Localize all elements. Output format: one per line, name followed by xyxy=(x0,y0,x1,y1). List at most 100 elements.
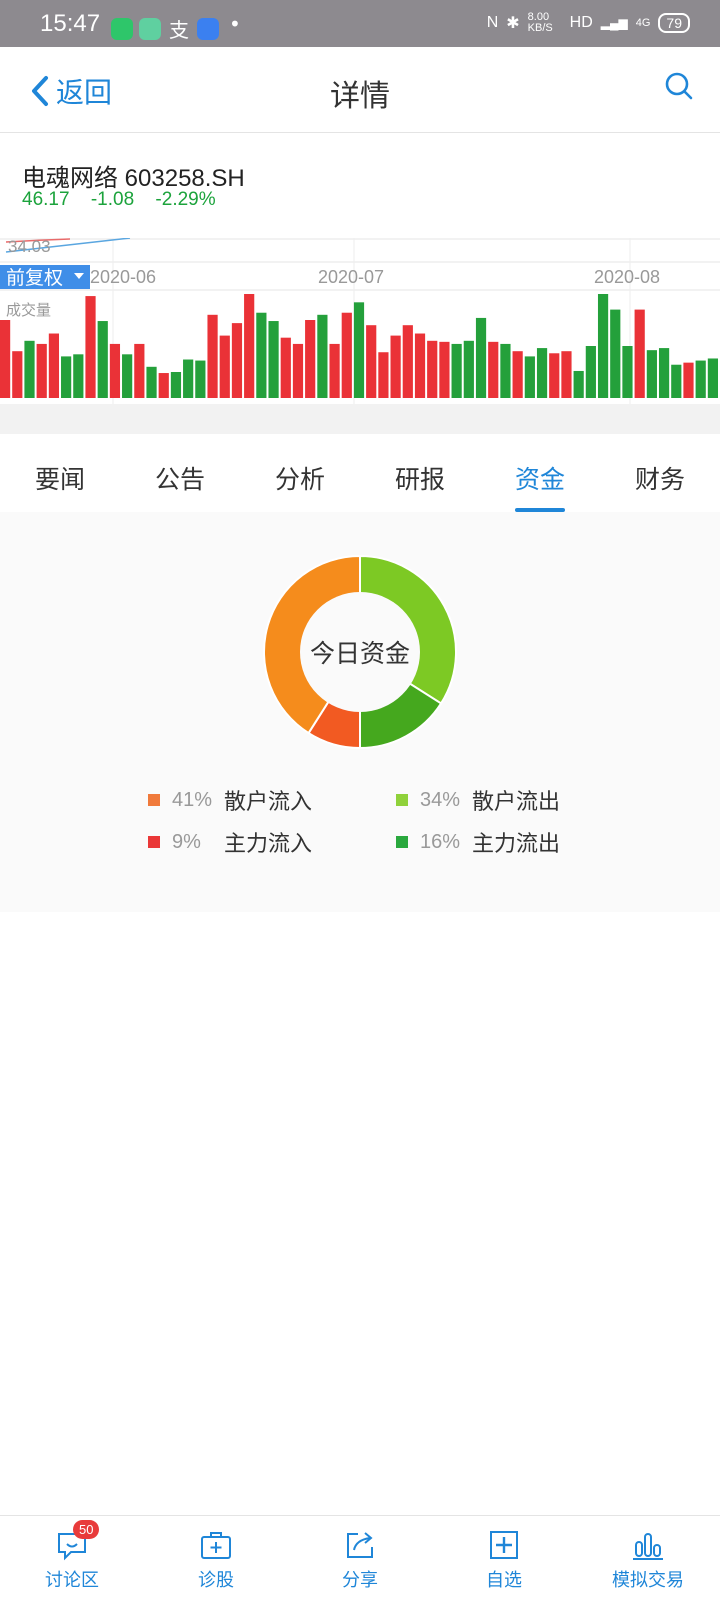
simulated-trading-label: 模拟交易 xyxy=(612,1570,684,1591)
hd-icon: HD xyxy=(569,14,593,31)
tab-announcements[interactable]: 公告 xyxy=(120,434,240,512)
volume-bar xyxy=(12,351,23,398)
volume-bar xyxy=(219,335,230,398)
diagnose-label: 诊股 xyxy=(198,1570,234,1591)
volume-bar xyxy=(524,356,535,398)
volume-bar xyxy=(463,340,474,398)
volume-bar xyxy=(292,343,304,398)
volume-bar xyxy=(671,364,682,398)
volume-label: 成交量 xyxy=(6,301,51,319)
volume-bar xyxy=(353,302,365,398)
date-label-2: 2020-07 xyxy=(318,267,384,287)
tab-news[interactable]: 要闻 xyxy=(0,434,120,512)
status-time: 15:47 xyxy=(40,10,101,37)
date-label-3: 2020-08 xyxy=(594,267,660,287)
volume-bar xyxy=(109,343,121,398)
stock-title: 电魂网络 603258.SH xyxy=(22,158,245,193)
tab-finance[interactable]: 财务 xyxy=(600,434,720,512)
battery-icon: 79 xyxy=(658,13,690,33)
stock-change-pct: -2.29% xyxy=(155,189,216,210)
legend-item: 41% 散户流入 xyxy=(148,784,312,816)
stock-change: -1.08 xyxy=(90,189,135,210)
tab-bar: 要闻 公告 分析 研报 资金 财务 xyxy=(0,434,720,513)
volume-bar xyxy=(317,314,328,398)
volume-bar xyxy=(244,294,255,398)
add-box-icon xyxy=(490,1531,518,1559)
simulated-trading-button[interactable]: 模拟交易 xyxy=(576,1516,720,1601)
volume-bar xyxy=(402,325,413,398)
volume-bar xyxy=(512,351,523,398)
unread-badge: 50 xyxy=(73,1520,100,1539)
bars-icon xyxy=(633,1533,663,1560)
volume-bar xyxy=(427,340,438,398)
search-icon xyxy=(665,72,693,100)
date-label-1: 2020-06 xyxy=(90,267,156,287)
stock-code: 603258.SH xyxy=(124,165,245,192)
legend-pct: 16% xyxy=(420,830,461,853)
add-watchlist-button[interactable]: 自选 xyxy=(432,1516,576,1601)
diagnose-button[interactable]: 诊股 xyxy=(144,1516,288,1601)
legend-swatch xyxy=(148,836,160,848)
more-notifications-icon: • xyxy=(229,12,241,36)
chat-app-icon xyxy=(197,18,219,40)
legend-label: 散户流出 xyxy=(472,790,561,815)
volume-bar xyxy=(256,312,267,398)
app-notification-icon xyxy=(139,18,161,40)
adjust-button-label[interactable]: 前复权 xyxy=(6,267,63,289)
volume-bar xyxy=(622,346,633,398)
volume-bar xyxy=(280,337,291,398)
search-button[interactable] xyxy=(664,71,694,105)
alipay-icon: 支 xyxy=(169,18,189,42)
page-title: 详情 xyxy=(330,79,390,114)
stock-quote: 46.17 -1.08 -2.29% xyxy=(22,189,232,211)
volume-bar xyxy=(439,341,450,398)
volume-bar xyxy=(195,360,206,398)
network-speed: 8.00 KB/S xyxy=(527,11,553,34)
volume-bar xyxy=(695,360,706,398)
volume-bar xyxy=(146,366,157,398)
tab-research[interactable]: 研报 xyxy=(360,434,480,512)
kline-chart[interactable]: 34.03 前复权 2020-06 2020-07 2020-08 成交量 xyxy=(0,237,720,404)
legend-swatch xyxy=(148,794,160,806)
share-button[interactable]: 分享 xyxy=(288,1516,432,1601)
volume-bar xyxy=(707,358,718,398)
volume-bar xyxy=(536,348,548,398)
volume-bar xyxy=(451,343,462,398)
volume-bar xyxy=(378,352,389,398)
navigation-bar: 返回 详情 xyxy=(0,47,720,133)
volume-chart-svg: 34.03 前复权 2020-06 2020-07 2020-08 成交量 xyxy=(0,237,720,404)
tab-analysis[interactable]: 分析 xyxy=(240,434,360,512)
discussion-label: 讨论区 xyxy=(45,1570,99,1591)
medical-kit-icon xyxy=(201,1532,231,1559)
volume-bar xyxy=(549,353,560,398)
discussion-button[interactable]: 50 讨论区 xyxy=(0,1516,144,1601)
add-watchlist-label: 自选 xyxy=(486,1570,522,1591)
volume-bar xyxy=(585,346,596,398)
volume-bar xyxy=(488,341,499,398)
status-bar: 15:47 支 • N ✱ 8.00 KB/S HD ▂▄▆ 4G 79 xyxy=(0,0,720,47)
bottom-toolbar: 50 讨论区 诊股 分享 自选 模拟交易 xyxy=(0,1515,720,1601)
legend-item: 34% 散户流出 xyxy=(396,784,560,816)
signal-icon: ▂▄▆ xyxy=(600,16,628,30)
share-icon xyxy=(347,1532,373,1558)
legend-label: 主力流出 xyxy=(472,832,561,857)
volume-bar xyxy=(366,325,377,398)
volume-bar xyxy=(573,370,584,398)
legend-swatch xyxy=(396,794,408,806)
volume-bar xyxy=(24,340,35,398)
legend-pct: 41% xyxy=(172,788,213,811)
volume-bar xyxy=(610,309,621,398)
volume-bar xyxy=(61,356,72,398)
volume-bar xyxy=(634,309,645,398)
stock-price: 46.17 xyxy=(22,189,70,210)
fund-donut-chart: 今日资金 xyxy=(262,554,457,750)
volume-bar xyxy=(231,323,243,398)
share-label: 分享 xyxy=(342,1570,378,1591)
volume-bar xyxy=(341,312,352,398)
signal-type: 4G xyxy=(635,17,651,29)
legend-label: 主力流入 xyxy=(224,832,313,857)
volume-bar xyxy=(329,343,340,398)
tab-funds[interactable]: 资金 xyxy=(480,434,600,512)
legend-item: 9% 主力流入 xyxy=(148,826,312,858)
legend-pct: 34% xyxy=(420,788,461,811)
